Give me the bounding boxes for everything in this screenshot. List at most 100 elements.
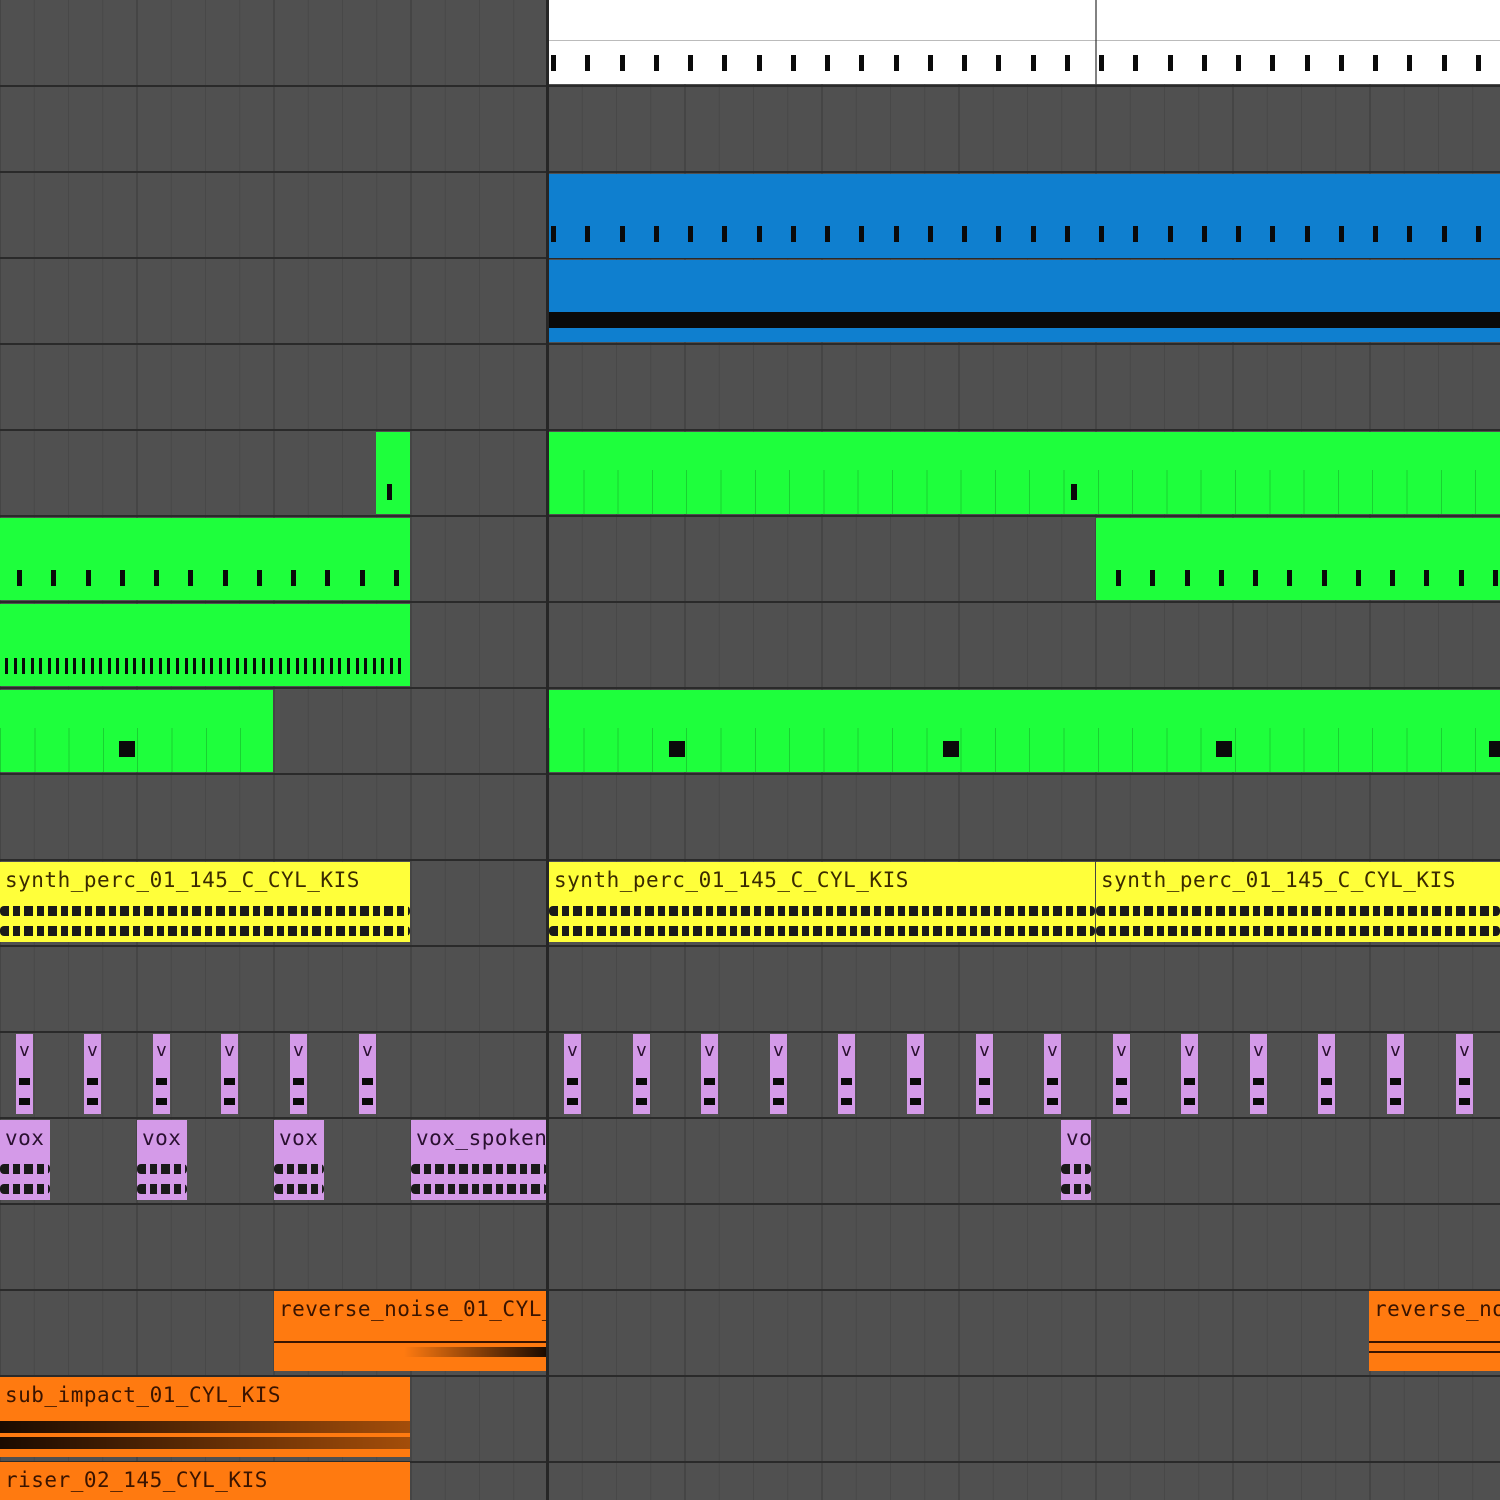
midi-note xyxy=(329,658,333,674)
midi-note xyxy=(119,570,125,586)
midi-clip-green-1[interactable] xyxy=(549,432,1500,514)
midi-note xyxy=(551,226,556,242)
midi-note xyxy=(996,226,1002,242)
audio-clip-vox-short[interactable]: v xyxy=(701,1034,718,1114)
audio-clip-vox-short[interactable]: v xyxy=(1387,1034,1404,1114)
audio-clip-vox-2[interactable]: vox xyxy=(137,1120,187,1200)
midi-note xyxy=(585,55,591,71)
midi-clip-green-small[interactable] xyxy=(376,432,410,514)
audio-clip-reverse-noise-1[interactable]: reverse_noise_01_CYL_ xyxy=(274,1291,547,1371)
waveform xyxy=(362,1078,373,1085)
waveform xyxy=(979,1078,990,1085)
midi-note xyxy=(222,570,228,586)
audio-clip-synth-perc-3[interactable]: synth_perc_01_145_C_CYL_KIS xyxy=(1096,862,1500,942)
audio-clip-vox-short[interactable]: v xyxy=(1113,1034,1130,1114)
audio-clip-vox-short[interactable]: v xyxy=(16,1034,33,1114)
clip-name: v xyxy=(773,1040,784,1061)
clip-name: reverse_noise_01_CYL_ xyxy=(279,1297,547,1321)
midi-note xyxy=(287,658,291,674)
midi-note xyxy=(1424,570,1430,586)
lane-separator xyxy=(0,1289,1500,1291)
audio-clip-vox-1[interactable]: vox xyxy=(0,1120,50,1200)
audio-clip-vox-short[interactable]: v xyxy=(1044,1034,1061,1114)
audio-clip-synth-perc-2[interactable]: synth_perc_01_145_C_CYL_KIS xyxy=(549,862,1095,942)
midi-clip-green-3[interactable] xyxy=(1096,518,1500,600)
waveform xyxy=(1459,1098,1470,1105)
audio-clip-vox-short[interactable]: v xyxy=(1250,1034,1267,1114)
audio-clip-vox-short[interactable]: v xyxy=(838,1034,855,1114)
midi-note xyxy=(722,226,728,242)
midi-clip-blue-1[interactable] xyxy=(549,174,1500,258)
clip-name: vox xyxy=(279,1126,319,1150)
audio-clip-vox-short[interactable]: v xyxy=(1181,1034,1198,1114)
midi-note xyxy=(859,226,865,242)
clip-name: v xyxy=(1253,1040,1264,1061)
audio-clip-sub-impact[interactable]: sub_impact_01_CYL_KIS xyxy=(0,1377,410,1457)
audio-clip-vox-spoken[interactable]: vox_spoken xyxy=(411,1120,547,1200)
midi-note xyxy=(295,658,299,674)
midi-note xyxy=(722,55,728,71)
audio-clip-vox-short[interactable]: v xyxy=(770,1034,787,1114)
waveform xyxy=(1047,1098,1058,1105)
midi-note xyxy=(13,658,17,674)
audio-clip-vox-short[interactable]: v xyxy=(153,1034,170,1114)
midi-note xyxy=(398,658,402,674)
arrangement-locator-divider xyxy=(546,0,549,1500)
audio-clip-vox-short[interactable]: v xyxy=(976,1034,993,1114)
clip-name: vox_spoken xyxy=(416,1126,547,1150)
midi-clip-green-6[interactable] xyxy=(549,690,1500,772)
waveform xyxy=(224,1098,235,1105)
midi-clip-green-2[interactable] xyxy=(0,518,410,600)
clip-name: v xyxy=(636,1040,647,1061)
audio-clip-vox-short[interactable]: v xyxy=(907,1034,924,1114)
audio-clip-synth-perc-1[interactable]: synth_perc_01_145_C_CYL_KIS xyxy=(0,862,410,942)
midi-note xyxy=(893,226,899,242)
waveform xyxy=(156,1078,167,1085)
lane-separator xyxy=(0,515,1500,517)
audio-clip-vox-short[interactable]: v xyxy=(84,1034,101,1114)
midi-note xyxy=(653,55,659,71)
audio-clip-riser[interactable]: riser_02_145_CYL_KIS xyxy=(0,1462,410,1500)
midi-note xyxy=(551,55,556,71)
lane-separator xyxy=(0,171,1500,173)
midi-clip-green-4[interactable] xyxy=(0,604,410,686)
audio-clip-vox-short[interactable]: v xyxy=(633,1034,650,1114)
arrangement-view[interactable]: synth_perc_01_145_C_CYL_KIS synth_perc_0… xyxy=(0,0,1500,1500)
midi-note xyxy=(158,658,162,674)
midi-note xyxy=(1133,226,1139,242)
midi-note xyxy=(1030,226,1036,242)
midi-note xyxy=(653,226,659,242)
midi-note xyxy=(1492,570,1498,586)
audio-clip-vox-3[interactable]: vox xyxy=(274,1120,324,1200)
midi-clip-blue-2[interactable] xyxy=(549,260,1500,342)
midi-note xyxy=(1133,55,1139,71)
midi-note xyxy=(17,570,22,586)
audio-clip-vox-short[interactable]: v xyxy=(1318,1034,1335,1114)
midi-clip-green-5[interactable] xyxy=(0,690,273,772)
midi-note xyxy=(193,658,197,674)
midi-note xyxy=(393,570,399,586)
audio-clip-vox-short[interactable]: v xyxy=(564,1034,581,1114)
clip-name: v xyxy=(362,1040,373,1061)
midi-note xyxy=(1338,226,1344,242)
midi-note xyxy=(1458,570,1464,586)
midi-note xyxy=(235,658,239,674)
midi-note xyxy=(81,658,85,674)
midi-note xyxy=(893,55,899,71)
audio-clip-vox-small[interactable]: vo xyxy=(1061,1120,1091,1200)
audio-clip-reverse-noise-2[interactable]: reverse_no xyxy=(1369,1291,1500,1371)
waveform xyxy=(1390,1098,1401,1105)
clip-name: v xyxy=(1116,1040,1127,1061)
audio-clip-vox-short[interactable]: v xyxy=(1456,1034,1473,1114)
midi-note xyxy=(790,55,796,71)
clip-name: v xyxy=(224,1040,235,1061)
waveform xyxy=(910,1098,921,1105)
midi-clip-white[interactable] xyxy=(549,0,1500,84)
midi-note xyxy=(1218,570,1224,586)
waveform xyxy=(1321,1078,1332,1085)
midi-note xyxy=(1116,570,1121,586)
midi-note xyxy=(90,658,94,674)
audio-clip-vox-short[interactable]: v xyxy=(359,1034,376,1114)
audio-clip-vox-short[interactable]: v xyxy=(221,1034,238,1114)
audio-clip-vox-short[interactable]: v xyxy=(290,1034,307,1114)
